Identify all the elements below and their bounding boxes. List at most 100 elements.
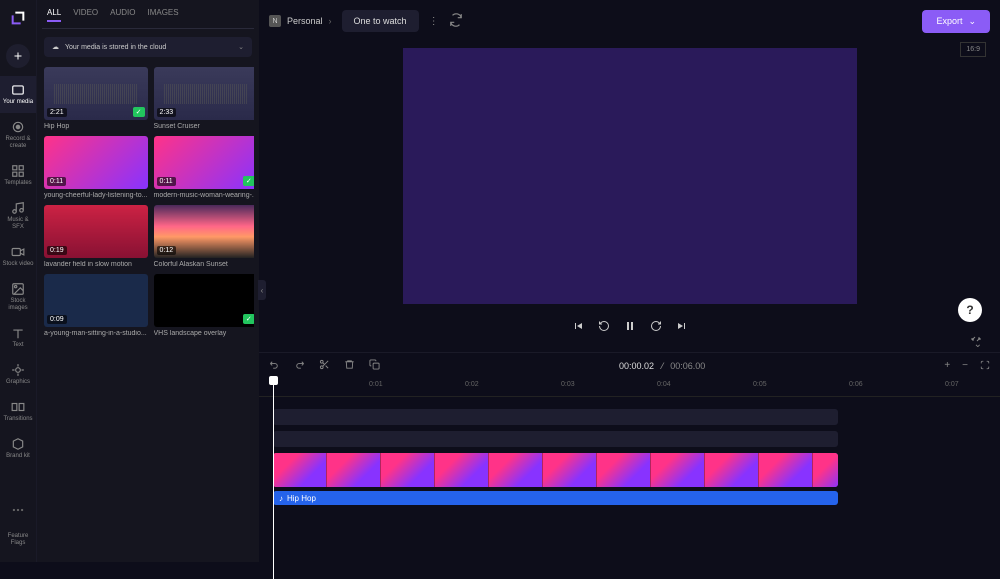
playhead[interactable] <box>273 379 274 579</box>
tab-all[interactable]: ALL <box>47 8 61 22</box>
media-item[interactable]: 0:12 Colorful Alaskan Sunset <box>154 205 255 268</box>
split-button[interactable] <box>319 359 330 373</box>
more-icon[interactable]: ⋮ <box>429 16 439 27</box>
workspace-selector[interactable]: N Personal › <box>269 15 332 27</box>
media-thumbnail[interactable]: ✓ <box>154 274 255 327</box>
cloud-text: Your media is stored in the cloud <box>65 44 166 51</box>
media-thumbnail[interactable]: 2:33 <box>154 67 255 120</box>
tab-audio[interactable]: AUDIO <box>110 8 135 22</box>
feature-flags-label: Feature Flags <box>2 533 34 547</box>
check-icon: ✓ <box>243 314 254 324</box>
export-label: Export <box>936 16 962 26</box>
cloud-icon: ☁ <box>52 43 59 51</box>
rail-label: Your media <box>3 99 33 106</box>
check-icon: ✓ <box>243 176 254 186</box>
audio-waveform-clip[interactable] <box>273 431 838 447</box>
rewind-button[interactable] <box>598 320 610 335</box>
ruler-tick: 0:04 <box>657 381 671 388</box>
cloud-banner[interactable]: ☁ Your media is stored in the cloud ⌄ <box>44 37 252 57</box>
audio-waveform-clip[interactable] <box>273 409 838 425</box>
duration-badge: 0:11 <box>157 177 176 186</box>
rail-brand-kit[interactable]: Brand kit <box>0 430 36 467</box>
pause-button[interactable] <box>624 320 636 335</box>
rail-music-sfx[interactable]: Music & SFX <box>0 194 36 238</box>
delete-button[interactable] <box>344 359 355 373</box>
timeline-ruler[interactable]: 0:010:020:030:040:050:060:07 <box>259 379 1000 397</box>
rail-templates[interactable]: Templates <box>0 157 36 194</box>
media-item[interactable]: 0:11young-cheerful-lady-listening-to... <box>44 136 148 199</box>
duration-badge: 2:21 <box>47 108 67 117</box>
media-thumbnail[interactable]: 0:09 <box>44 274 148 327</box>
rail-stock-images[interactable]: Stock images <box>0 275 36 319</box>
rail-your-media[interactable]: Your media <box>0 76 36 113</box>
video-clip[interactable] <box>273 453 838 487</box>
skip-back-button[interactable] <box>572 320 584 335</box>
media-thumbnail[interactable]: 0:12 <box>154 205 255 258</box>
skip-forward-button[interactable] <box>676 320 688 335</box>
left-rail: Your media Record & create Templates Mus… <box>0 0 37 562</box>
ruler-tick: 0:06 <box>849 381 863 388</box>
media-item[interactable]: 0:19lavander field in slow motion <box>44 205 148 268</box>
rail-record-create[interactable]: Record & create <box>0 113 36 157</box>
media-thumbnail[interactable]: 0:19 <box>44 205 148 258</box>
rail-feature-flags[interactable]: Feature Flags <box>0 526 36 554</box>
media-item[interactable]: 0:09 a-young-man-sitting-in-a-studio... <box>44 274 148 337</box>
media-title: VHS landscape overlay <box>154 330 255 337</box>
duration-badge: 0:19 <box>47 246 67 255</box>
chevron-down-icon[interactable]: ⌄ <box>974 339 982 350</box>
ruler-tick: 0:07 <box>945 381 959 388</box>
forward-button[interactable] <box>650 320 662 335</box>
app-logo[interactable] <box>8 8 28 28</box>
tab-images[interactable]: IMAGES <box>147 8 178 22</box>
project-name[interactable]: One to watch <box>342 10 419 32</box>
rail-label: Templates <box>4 180 31 187</box>
help-button[interactable]: ? <box>958 298 982 322</box>
undo-button[interactable] <box>269 359 280 373</box>
media-thumbnail[interactable]: 2:21 ✓ <box>44 67 148 120</box>
rail-label: Stock images <box>2 298 34 312</box>
zoom-out-button[interactable]: − <box>962 360 968 373</box>
ruler-tick: 0:03 <box>561 381 575 388</box>
workspace-name: Personal <box>287 16 323 26</box>
ruler-tick: 0:05 <box>753 381 767 388</box>
audio-clip[interactable]: ♪Hip Hop <box>273 491 838 505</box>
topbar: N Personal › One to watch ⋮ Export ⌄ <box>259 0 1000 42</box>
video-preview[interactable] <box>403 48 857 304</box>
sync-icon[interactable] <box>449 13 463 30</box>
workspace-badge: N <box>269 15 281 27</box>
check-icon: ✓ <box>133 107 145 117</box>
rail-label: Brand kit <box>6 453 30 460</box>
media-title: a-young-man-sitting-in-a-studio... <box>44 330 148 337</box>
media-item[interactable]: 0:11 ✓ modern-music-woman-wearing-... <box>154 136 255 199</box>
media-item[interactable]: ✓ VHS landscape overlay <box>154 274 255 337</box>
chevron-down-icon: ⌄ <box>238 43 244 51</box>
duration-badge: 2:33 <box>157 108 177 117</box>
rail-text[interactable]: Text <box>0 319 36 356</box>
playback-controls <box>566 314 694 341</box>
rail-label: Transitions <box>3 416 32 423</box>
panel-collapse-toggle[interactable]: ‹ <box>258 280 266 300</box>
duration-badge: 0:12 <box>157 246 177 255</box>
media-title: modern-music-woman-wearing-... <box>154 192 255 199</box>
add-button[interactable] <box>6 44 30 68</box>
rail-stock-video[interactable]: Stock video <box>0 238 36 275</box>
timeline-tracks[interactable]: ♪Hip Hop <box>259 397 1000 562</box>
media-item[interactable]: 2:21✓Hip Hop <box>44 67 148 130</box>
duplicate-button[interactable] <box>369 359 380 373</box>
redo-button[interactable] <box>294 359 305 373</box>
duration-badge: 0:09 <box>47 315 67 324</box>
media-thumbnail[interactable]: 0:11 ✓ <box>154 136 255 189</box>
rail-transitions[interactable]: Transitions <box>0 393 36 430</box>
ruler-tick: 0:02 <box>465 381 479 388</box>
media-title: Colorful Alaskan Sunset <box>154 261 255 268</box>
rail-graphics[interactable]: Graphics <box>0 356 36 393</box>
aspect-ratio-selector[interactable]: 16:9 <box>960 42 986 57</box>
rail-more[interactable] <box>0 496 36 526</box>
zoom-fit-button[interactable] <box>980 360 990 373</box>
timecode: 00:00.02 / 00:06.00 <box>396 361 928 372</box>
export-button[interactable]: Export ⌄ <box>922 10 990 33</box>
media-item[interactable]: 2:33Sunset Cruiser <box>154 67 255 130</box>
media-thumbnail[interactable]: 0:11 <box>44 136 148 189</box>
tab-video[interactable]: VIDEO <box>73 8 98 22</box>
zoom-in-button[interactable]: + <box>944 360 950 373</box>
